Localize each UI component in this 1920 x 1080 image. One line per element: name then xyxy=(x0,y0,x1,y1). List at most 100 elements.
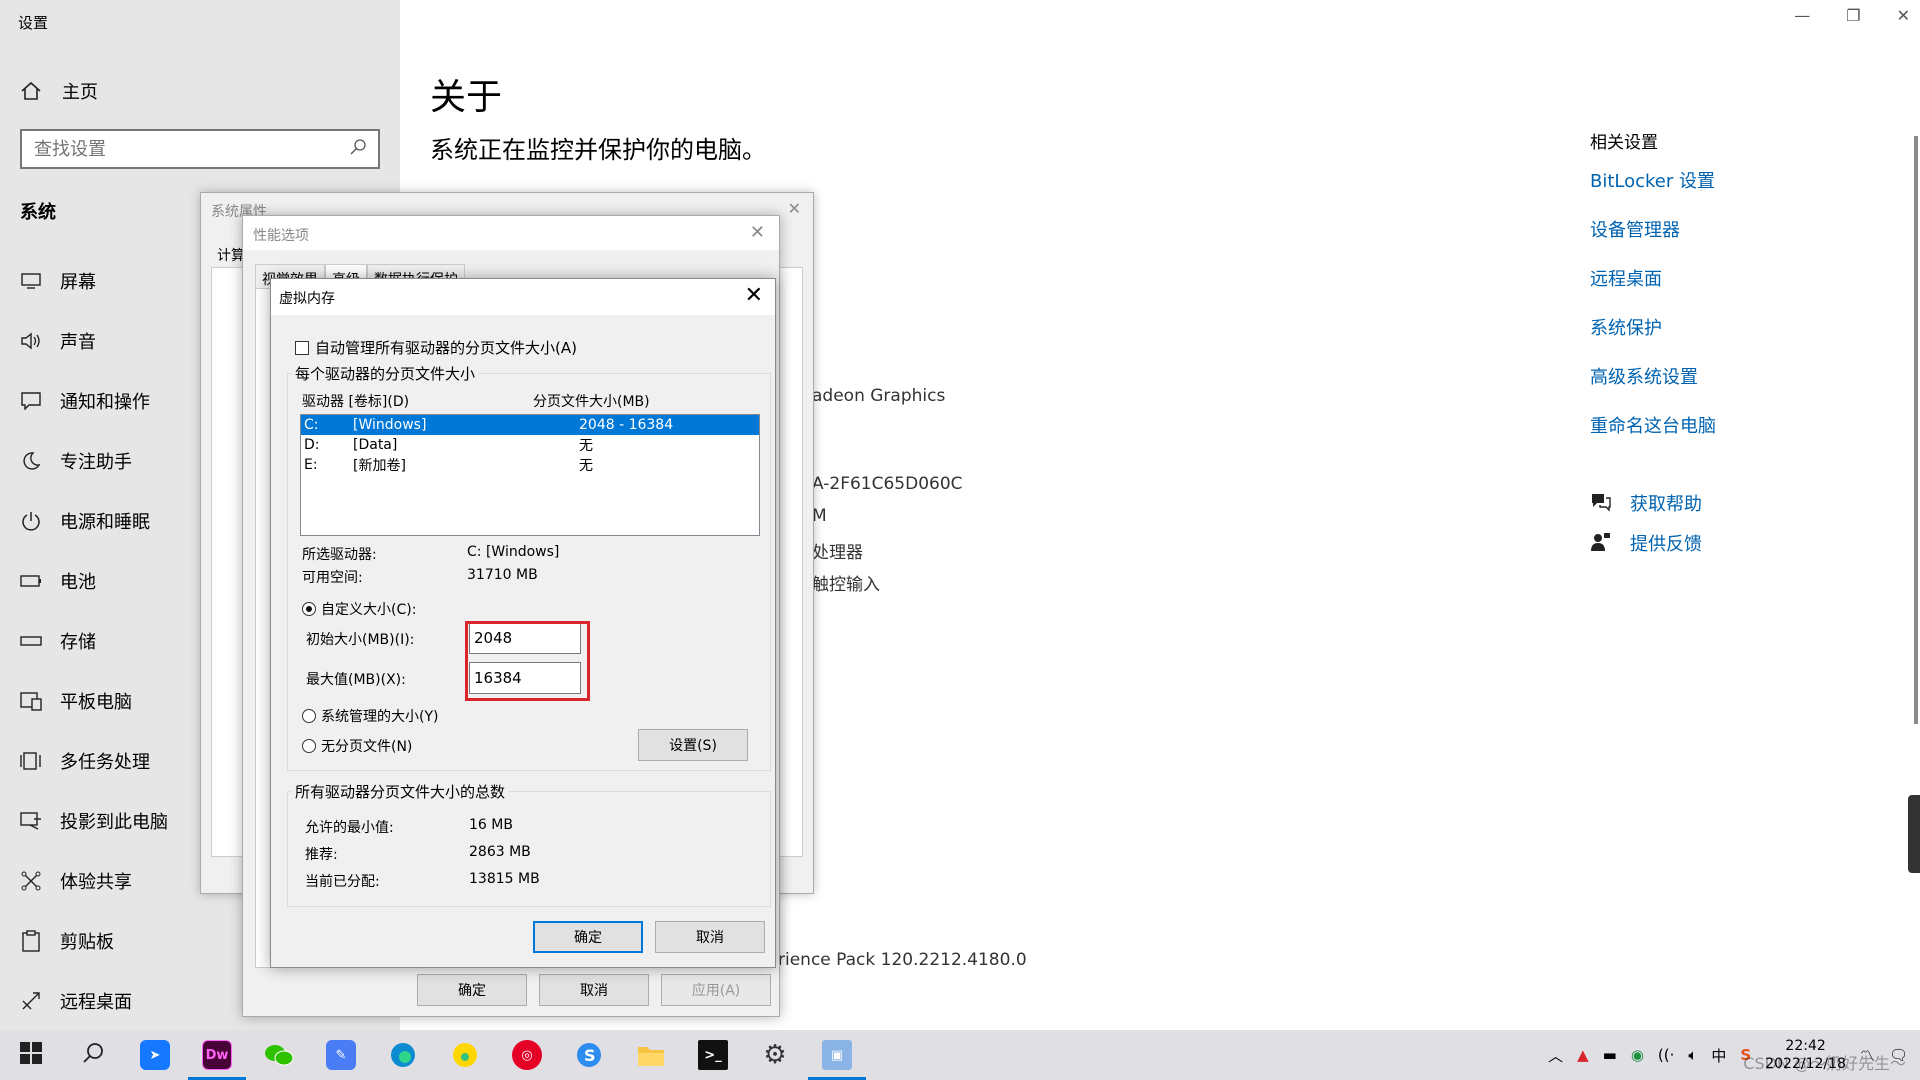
restore-button[interactable]: ❐ xyxy=(1846,6,1860,25)
system-managed-label: 系统管理的大小(Y) xyxy=(321,709,439,725)
taskbar-app-system[interactable]: ▣ xyxy=(806,1030,868,1080)
wechat-icon xyxy=(264,1040,294,1070)
ok-button[interactable]: 确定 xyxy=(417,974,527,1006)
custom-size-radio[interactable]: 自定义大小(C): xyxy=(302,599,416,619)
sidebar-item-home[interactable]: 主页 xyxy=(20,78,98,104)
taskbar-search-button[interactable] xyxy=(62,1030,124,1080)
watermark: CSDN @～奶好先生～ xyxy=(1743,1054,1906,1073)
sidebar-item-tablet[interactable]: 平板电脑 xyxy=(20,686,132,716)
sidebar-item-notifications[interactable]: 通知和操作 xyxy=(20,386,150,416)
taskbar-app-settings[interactable]: ⚙ xyxy=(744,1030,806,1080)
close-icon[interactable]: ✕ xyxy=(750,222,765,243)
cancel-button[interactable]: 取消 xyxy=(655,921,765,953)
auto-manage-checkbox[interactable]: 自动管理所有驱动器的分页文件大小(A) xyxy=(295,337,577,358)
gear-icon: ⚙ xyxy=(763,1040,787,1070)
security-icon[interactable]: ◉ xyxy=(1631,1046,1644,1064)
search-icon[interactable] xyxy=(350,139,366,159)
taskbar-app-wechat[interactable] xyxy=(248,1030,310,1080)
system-protection-link[interactable]: 系统保护 xyxy=(1590,314,1716,363)
taskbar-app-explorer[interactable] xyxy=(620,1030,682,1080)
close-button[interactable]: ✕ xyxy=(1897,6,1910,25)
sidebar-item-project[interactable]: 投影到此电脑 xyxy=(20,806,168,836)
bitlocker-link[interactable]: BitLocker 设置 xyxy=(1590,167,1716,216)
radio-button[interactable] xyxy=(302,709,316,723)
max-size-label: 最大值(MB)(X): xyxy=(306,672,406,688)
experience-text: rience Pack 120.2212.4180.0 xyxy=(778,950,1027,970)
selected-drive-label: 所选驱动器: xyxy=(302,547,377,563)
minimize-button[interactable]: — xyxy=(1794,6,1810,25)
sidebar-item-display[interactable]: 屏幕 xyxy=(20,266,96,296)
rename-pc-link[interactable]: 重命名这台电脑 xyxy=(1590,412,1716,461)
apply-button[interactable]: 应用(A) xyxy=(661,974,771,1006)
sidebar-item-label: 电源和睡眠 xyxy=(60,512,150,533)
taskbar-app-terminal[interactable]: >_ xyxy=(682,1030,744,1080)
sidebar-item-focus-assist[interactable]: 专注助手 xyxy=(20,446,132,476)
drive-label: [Windows] xyxy=(353,417,427,433)
dialog-titlebar: 虚拟内存 ✕ xyxy=(271,279,775,315)
get-help-link[interactable]: 获取帮助 xyxy=(1590,490,1702,516)
ok-button[interactable]: 确定 xyxy=(533,921,643,953)
list-item[interactable]: C: [Windows] 2048 - 16384 xyxy=(301,415,759,435)
sidebar-item-sound[interactable]: 声音 xyxy=(20,326,96,356)
drive-list[interactable]: C: [Windows] 2048 - 16384 D: [Data] 无 E:… xyxy=(300,414,760,536)
sidebar-item-multitasking[interactable]: 多任务处理 xyxy=(20,746,150,776)
feedback-link[interactable]: 提供反馈 xyxy=(1590,530,1702,556)
min-allowed-value: 16 MB xyxy=(469,817,513,833)
list-item[interactable]: D: [Data] 无 xyxy=(301,435,759,455)
checkbox-box[interactable] xyxy=(295,340,309,355)
taskbar-app-feishu[interactable]: ➤ xyxy=(124,1030,186,1080)
sidebar-item-label: 主页 xyxy=(62,82,98,103)
no-paging-label: 无分页文件(N) xyxy=(321,739,413,755)
recommended-label: 推荐: xyxy=(305,847,338,863)
search-icon xyxy=(82,1042,104,1068)
remote-desktop-link[interactable]: 远程桌面 xyxy=(1590,265,1716,314)
advanced-system-settings-link[interactable]: 高级系统设置 xyxy=(1590,363,1716,412)
taskbar-app-notes[interactable]: ✎ xyxy=(310,1030,372,1080)
taskbar-app-dreamweaver[interactable]: Dw xyxy=(186,1030,248,1080)
ime-indicator[interactable]: 中 xyxy=(1711,1045,1726,1066)
sidebar-item-battery[interactable]: 电池 xyxy=(20,566,96,596)
tab-computer-name[interactable]: 计算 xyxy=(217,245,245,265)
qq-music-icon xyxy=(450,1040,480,1070)
device-manager-link[interactable]: 设备管理器 xyxy=(1590,216,1716,265)
page-subtitle: 系统正在监控并保护你的电脑。 xyxy=(430,136,766,164)
close-icon[interactable]: ✕ xyxy=(788,199,801,218)
volume-icon[interactable]: 🔈︎ xyxy=(1688,1046,1697,1064)
col-header-drive: 驱动器 [卷标](D) xyxy=(302,394,410,410)
taskbar-app-sogou[interactable]: S xyxy=(558,1030,620,1080)
scrollbar[interactable] xyxy=(1914,136,1918,724)
wifi-icon[interactable]: ((· xyxy=(1658,1046,1674,1064)
taskbar-app-edge[interactable] xyxy=(372,1030,434,1080)
svg-text:S: S xyxy=(584,1046,596,1065)
close-icon[interactable]: ✕ xyxy=(745,283,763,308)
multitask-icon xyxy=(20,750,42,772)
system-managed-radio[interactable]: 系统管理的大小(Y) xyxy=(302,706,438,726)
dialog-title: 虚拟内存 xyxy=(279,291,335,307)
cancel-button[interactable]: 取消 xyxy=(539,974,649,1006)
search-box[interactable] xyxy=(20,129,380,169)
sidebar-item-remote-desktop[interactable]: 远程桌面 xyxy=(20,986,132,1016)
radio-button[interactable] xyxy=(302,739,316,753)
taskbar-app-netease[interactable]: ◎ xyxy=(496,1030,558,1080)
sidebar-item-clipboard[interactable]: 剪贴板 xyxy=(20,926,114,956)
taskbar-app-qqmusic[interactable] xyxy=(434,1030,496,1080)
radio-button[interactable] xyxy=(302,602,316,616)
side-widget[interactable] xyxy=(1908,795,1920,873)
moon-icon xyxy=(20,450,42,472)
battery-icon[interactable]: ▬ xyxy=(1603,1046,1617,1064)
drive-size: 无 xyxy=(579,438,593,454)
sidebar-item-power[interactable]: 电源和睡眠 xyxy=(20,506,150,536)
set-button[interactable]: 设置(S) xyxy=(638,729,748,761)
sidebar-item-label: 声音 xyxy=(60,332,96,353)
share-icon xyxy=(20,870,42,892)
sidebar-item-storage[interactable]: 存储 xyxy=(20,626,96,656)
no-paging-radio[interactable]: 无分页文件(N) xyxy=(302,736,412,756)
get-help-label: 获取帮助 xyxy=(1630,494,1702,515)
recommended-value: 2863 MB xyxy=(469,844,531,860)
sidebar-item-shared-experience[interactable]: 体验共享 xyxy=(20,866,132,896)
list-item[interactable]: E: [新加卷] 无 xyxy=(301,455,759,475)
tray-app-icon[interactable]: ▲ xyxy=(1577,1046,1589,1064)
chevron-up-icon[interactable]: ︿ xyxy=(1548,1045,1563,1066)
search-input[interactable] xyxy=(34,138,324,160)
start-button[interactable] xyxy=(0,1030,62,1080)
